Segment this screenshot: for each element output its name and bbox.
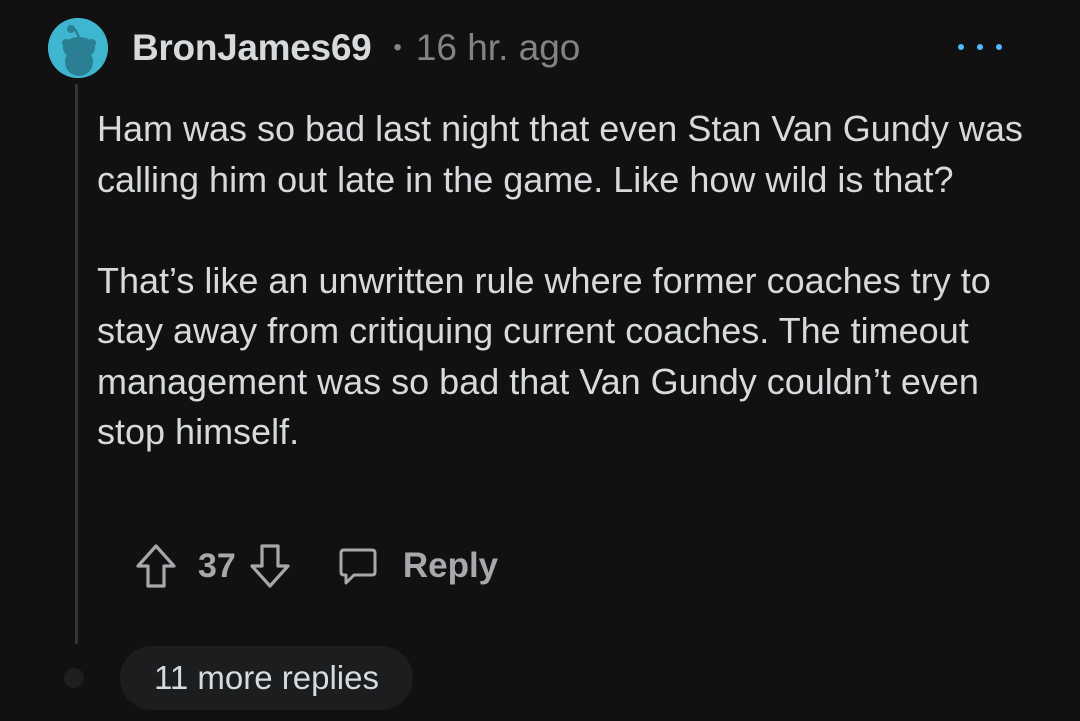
- vote-count: 37: [198, 546, 236, 585]
- upvote-arrow-icon: [136, 544, 176, 588]
- comment-paragraph: That’s like an unwritten rule where form…: [97, 259, 991, 453]
- collapsed-thread-indicator: [64, 668, 84, 688]
- username[interactable]: BronJames69: [132, 27, 372, 69]
- meta-separator: •: [393, 34, 402, 61]
- comment-header: BronJames69 • 16 hr. ago: [132, 24, 580, 72]
- reply-label: Reply: [402, 546, 499, 585]
- comment-body: Ham was so bad last night that even Stan…: [97, 104, 1027, 458]
- downvote-button[interactable]: [248, 543, 292, 589]
- reply-button[interactable]: Reply: [338, 546, 498, 586]
- comment-paragraph: Ham was so bad last night that even Stan…: [97, 108, 1023, 200]
- downvote-arrow-icon: [250, 544, 290, 588]
- upvote-button[interactable]: [134, 543, 178, 589]
- comment-bubble-icon: [339, 548, 377, 585]
- snoo-avatar-icon: [48, 18, 108, 78]
- timestamp: 16 hr. ago: [415, 27, 581, 68]
- thread-line[interactable]: [75, 84, 78, 644]
- more-options-icon: [958, 44, 964, 50]
- avatar[interactable]: [48, 18, 108, 78]
- comment-actions: 37 Reply: [134, 540, 498, 592]
- more-options-button[interactable]: [958, 38, 1002, 56]
- more-replies-button[interactable]: 11 more replies: [120, 646, 413, 710]
